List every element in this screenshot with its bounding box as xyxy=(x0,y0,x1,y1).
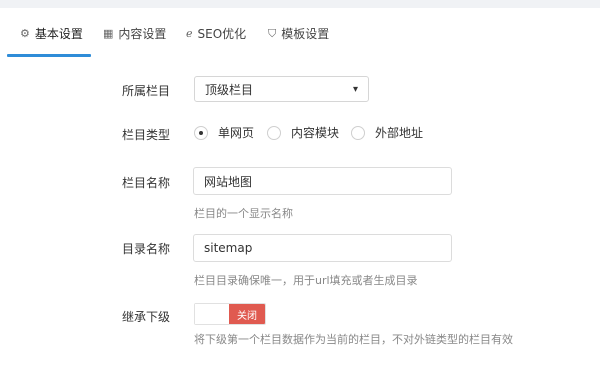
tab-label: 基本设置 xyxy=(34,27,83,41)
radio-label: 单网页 xyxy=(218,126,255,140)
tab-seo[interactable]: ℯ SEO优化 xyxy=(186,26,246,58)
table-icon: ▦ xyxy=(103,27,114,40)
inherit-child-switch[interactable]: 关闭 xyxy=(194,303,266,325)
radio-external-link[interactable]: 外部地址 xyxy=(351,124,423,141)
inherit-child-hint: 将下级第一个栏目数据作为当前的栏目，不对外链类型的栏目有效 xyxy=(194,333,513,346)
directory-name-hint: 栏目目录确保唯一，用于url填充或者生成目录 xyxy=(194,274,418,287)
tab-label: 内容设置 xyxy=(118,27,167,41)
switch-knob xyxy=(195,304,230,324)
active-tab-indicator xyxy=(7,54,91,57)
category-name-hint: 栏目的一个显示名称 xyxy=(194,207,293,220)
tab-content-settings[interactable]: ▦ 内容设置 xyxy=(103,26,166,58)
tab-template-settings[interactable]: ⛉ 模板设置 xyxy=(268,26,329,58)
parent-category-select[interactable]: 顶级栏目 ▾ xyxy=(194,76,369,102)
radio-label: 内容模块 xyxy=(291,126,340,140)
radio-single-page[interactable]: 单网页 xyxy=(194,124,254,141)
switch-off-label: 关闭 xyxy=(229,304,265,324)
directory-name-label: 目录名称 xyxy=(122,242,171,256)
category-name-label: 栏目名称 xyxy=(122,176,171,190)
ie-icon: ℯ xyxy=(186,27,193,40)
radio-content-module[interactable]: 内容模块 xyxy=(267,124,339,141)
directory-name-input[interactable] xyxy=(193,234,452,262)
tab-label: SEO优化 xyxy=(197,27,247,41)
tab-bar: ⚙ 基本设置 ▦ 内容设置 ℯ SEO优化 ⛉ 模板设置 xyxy=(0,26,600,58)
radio-circle[interactable] xyxy=(267,125,281,140)
inherit-child-label: 继承下级 xyxy=(122,310,171,324)
parent-category-value: 顶级栏目 xyxy=(205,82,254,97)
radio-circle[interactable] xyxy=(351,125,365,140)
gear-icon: ⚙ xyxy=(20,27,30,40)
radio-label: 外部地址 xyxy=(375,126,424,140)
category-type-label: 栏目类型 xyxy=(122,128,171,142)
tab-label: 模板设置 xyxy=(281,27,330,41)
chevron-down-icon: ▾ xyxy=(352,83,358,95)
category-name-input[interactable] xyxy=(193,167,452,195)
parent-category-label: 所属栏目 xyxy=(122,84,171,98)
radio-circle-checked[interactable] xyxy=(194,125,208,140)
html5-icon: ⛉ xyxy=(268,27,277,40)
top-strip xyxy=(0,0,600,8)
